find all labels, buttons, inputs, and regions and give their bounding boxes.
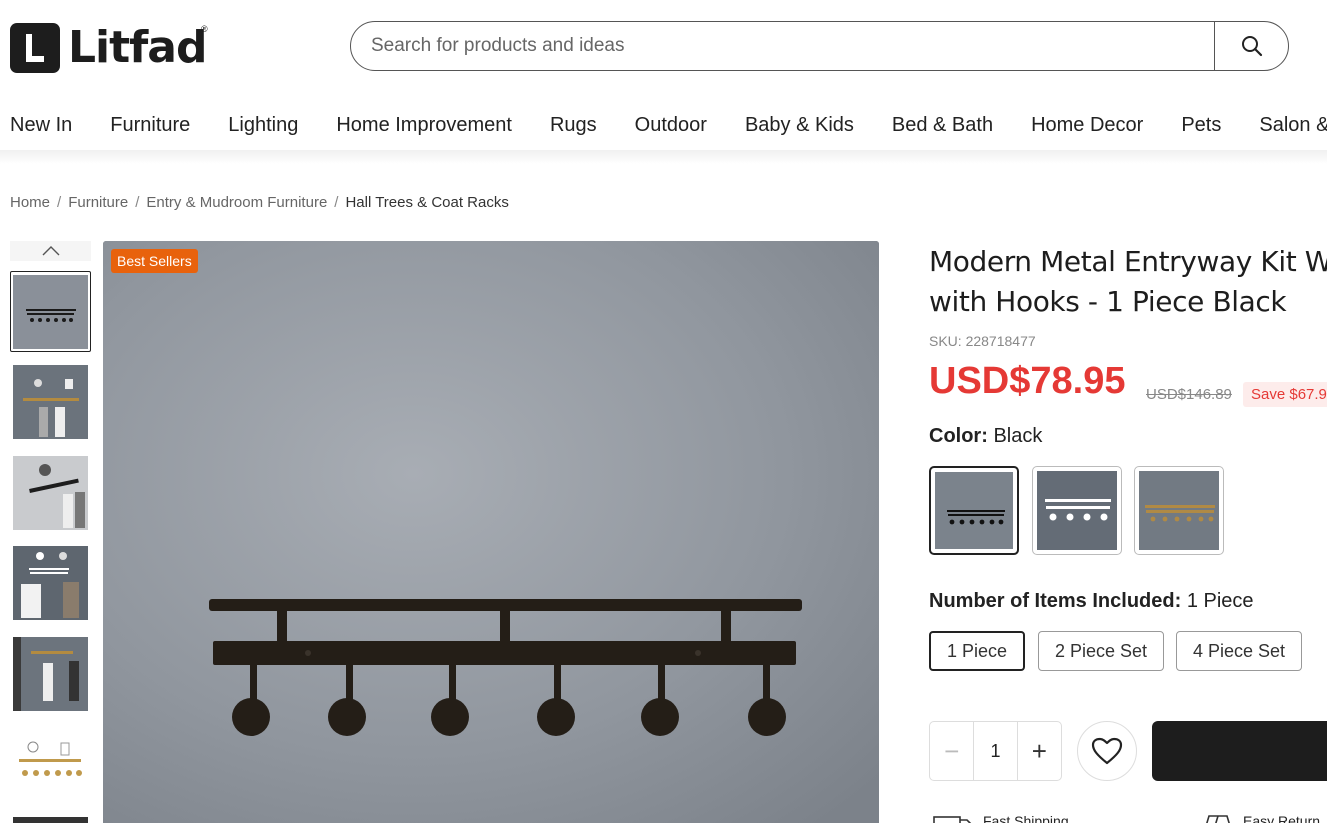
nav-item-salon[interactable]: Salon & <box>1259 110 1327 140</box>
breadcrumb-furniture[interactable]: Furniture <box>68 194 128 211</box>
coat-rack-gold-wall-image <box>13 637 88 711</box>
nav-item-rugs[interactable]: Rugs <box>550 110 597 140</box>
nav-item-new-in[interactable]: New In <box>10 110 72 140</box>
thumbnail-7[interactable] <box>13 817 88 823</box>
quantity-stepper: − 1 + <box>929 721 1062 781</box>
search-icon <box>1241 36 1262 57</box>
quantity-decrease-button[interactable]: − <box>930 722 973 780</box>
thumbnail-4[interactable] <box>13 546 88 620</box>
option-4-piece-set[interactable]: 4 Piece Set <box>1176 631 1302 671</box>
quantity-input[interactable]: 1 <box>973 722 1018 780</box>
product-title: Modern Metal Entryway Kit W with Hooks -… <box>929 242 1327 322</box>
product-title-line-2: with Hooks - 1 Piece Black <box>929 285 1287 318</box>
coat-rack-white-image <box>13 546 88 620</box>
quantity-increase-button[interactable]: + <box>1018 722 1061 780</box>
color-swatch-black[interactable] <box>929 466 1019 555</box>
breadcrumb-separator: / <box>135 194 140 211</box>
add-to-cart-button[interactable] <box>1152 721 1327 781</box>
search-bar <box>350 21 1289 71</box>
site-header: Litfad ® New In Furniture Lighting Home … <box>0 0 1327 152</box>
breadcrumb-current: Hall Trees & Coat Racks <box>345 194 509 211</box>
nav-item-furniture[interactable]: Furniture <box>110 110 190 140</box>
gold-rack-swatch-image <box>1139 471 1219 550</box>
thumbnail-1[interactable] <box>13 275 88 349</box>
nav-item-bed-bath[interactable]: Bed & Bath <box>892 110 993 140</box>
truck-icon <box>933 816 972 823</box>
feature-fast-shipping: Fast Shipping <box>933 812 1069 823</box>
breadcrumb: Home / Furniture / Entry & Mudroom Furni… <box>10 194 509 211</box>
coat-rack-black-image <box>13 275 88 349</box>
nav-item-pets[interactable]: Pets <box>1181 110 1221 140</box>
color-swatch-gold[interactable] <box>1134 466 1224 555</box>
coat-rack-gold-white-bg-image <box>13 727 88 801</box>
logo-text: Litfad <box>68 22 207 73</box>
items-included-value: 1 Piece <box>1186 590 1254 612</box>
best-sellers-badge: Best Sellers <box>111 249 198 273</box>
thumbnail-2[interactable] <box>13 365 88 439</box>
feature-easy-return: Easy Return <box>1203 812 1320 823</box>
breadcrumb-entry-mudroom[interactable]: Entry & Mudroom Furniture <box>146 194 327 211</box>
breadcrumb-separator: / <box>334 194 339 211</box>
wishlist-button[interactable] <box>1077 721 1137 781</box>
product-price: USD$78.95 <box>929 360 1126 402</box>
main-nav: New In Furniture Lighting Home Improveme… <box>10 110 1327 140</box>
search-button[interactable] <box>1214 22 1288 70</box>
coat-rack-side-image <box>13 456 88 530</box>
nav-item-outdoor[interactable]: Outdoor <box>635 110 707 140</box>
product-old-price: USD$146.89 <box>1146 386 1232 403</box>
chevron-up-icon <box>42 246 59 256</box>
product-title-line-1: Modern Metal Entryway Kit W <box>929 245 1327 278</box>
save-badge: Save $67.9 <box>1243 382 1327 407</box>
main-product-image[interactable]: Best Sellers <box>103 241 879 823</box>
search-input[interactable] <box>351 22 1214 70</box>
thumbnail-6[interactable] <box>13 727 88 801</box>
color-label-key: Color: <box>929 425 988 447</box>
white-rack-swatch-image <box>1037 471 1117 550</box>
thumbnail-3[interactable] <box>13 456 88 530</box>
site-logo[interactable]: Litfad <box>10 22 207 74</box>
logo-mark <box>10 23 60 73</box>
registered-mark: ® <box>201 24 208 34</box>
color-swatch-white[interactable] <box>1032 466 1122 555</box>
color-label: Color: Black <box>929 425 1042 448</box>
color-label-value: Black <box>993 425 1043 447</box>
black-rack-swatch-image <box>935 472 1013 549</box>
items-included-label: Number of Items Included: 1 Piece <box>929 590 1254 613</box>
heart-icon <box>1091 737 1123 765</box>
product-sku: SKU: 228718477 <box>929 333 1036 349</box>
option-1-piece[interactable]: 1 Piece <box>929 631 1025 671</box>
nav-item-home-decor[interactable]: Home Decor <box>1031 110 1143 140</box>
coat-rack-product-image <box>103 241 879 823</box>
easy-return-label: Easy Return <box>1243 813 1321 823</box>
return-box-icon <box>1206 815 1230 823</box>
nav-divider <box>0 150 1327 164</box>
thumbnail-5[interactable] <box>13 637 88 711</box>
nav-item-home-improvement[interactable]: Home Improvement <box>336 110 512 140</box>
thumbnail-scroll-up-button[interactable] <box>10 241 91 261</box>
fast-shipping-label: Fast Shipping <box>983 813 1069 823</box>
coat-rack-gold-scene-image <box>13 365 88 439</box>
nav-item-baby-kids[interactable]: Baby & Kids <box>745 110 854 140</box>
nav-item-lighting[interactable]: Lighting <box>228 110 298 140</box>
breadcrumb-home[interactable]: Home <box>10 194 50 211</box>
items-included-key: Number of Items Included: <box>929 590 1182 612</box>
option-2-piece-set[interactable]: 2 Piece Set <box>1038 631 1164 671</box>
breadcrumb-separator: / <box>57 194 62 211</box>
